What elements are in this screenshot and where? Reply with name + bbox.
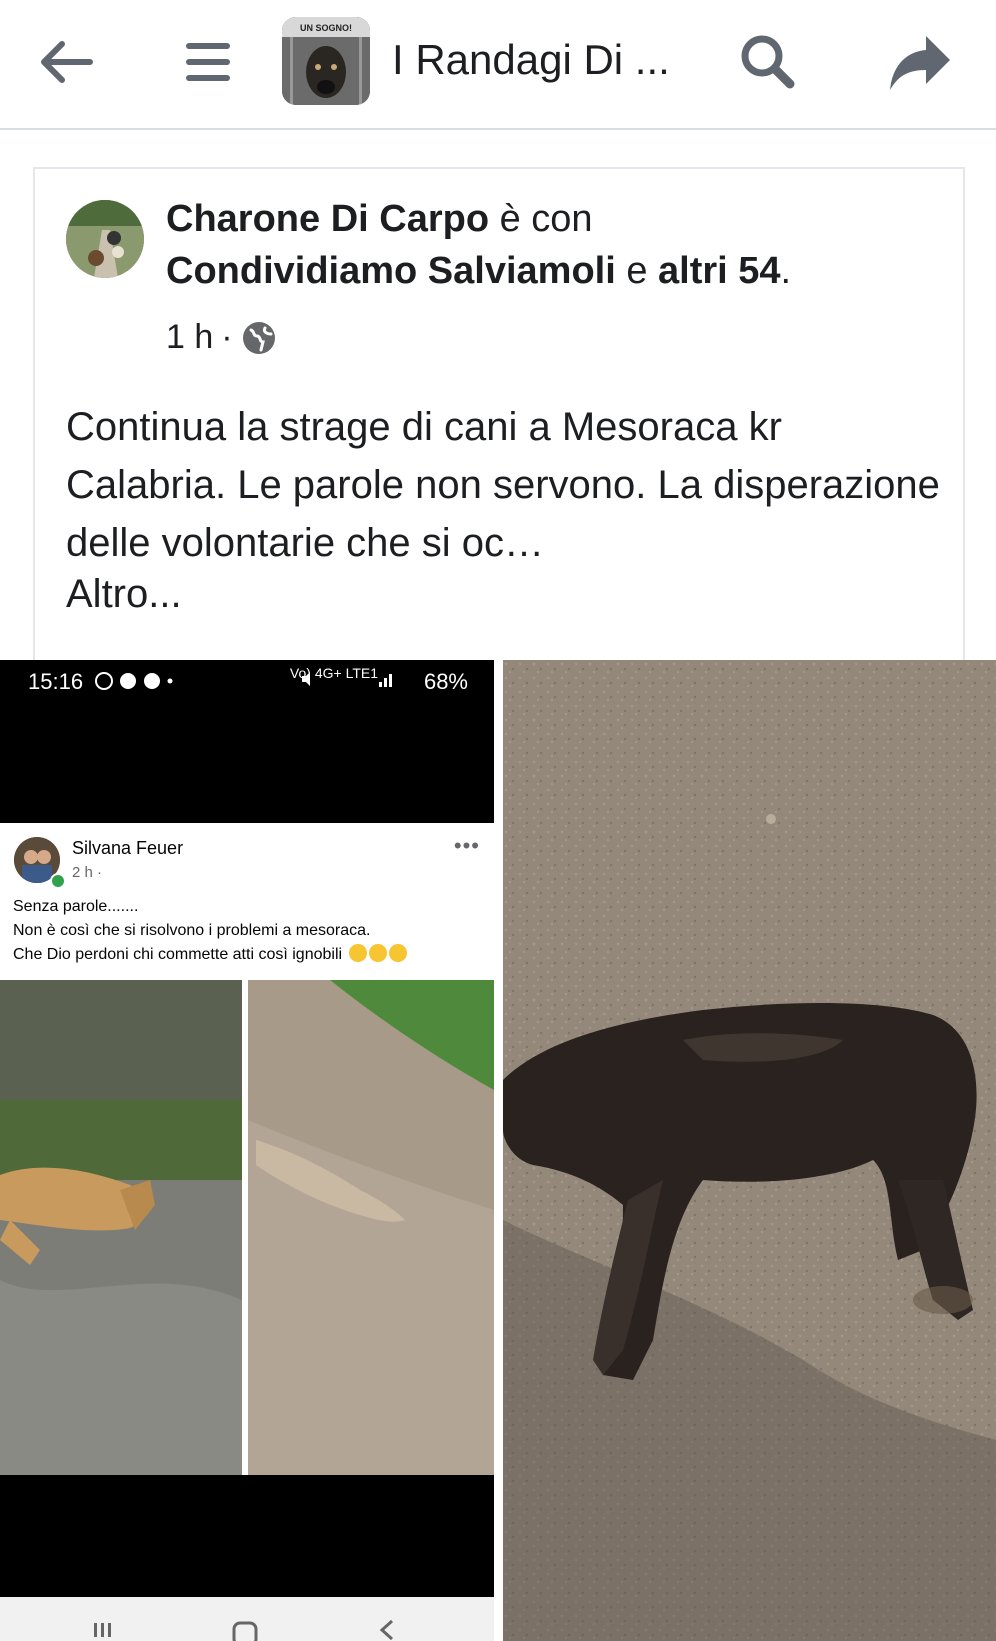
embedded-post: Silvana Feuer 2 h · ••• Senza parole....… (0, 823, 494, 1640)
author-name-link[interactable]: Charone Di Carpo (166, 198, 489, 240)
share-button[interactable] (880, 22, 960, 102)
back-button[interactable] (26, 22, 106, 102)
menu-button[interactable] (168, 22, 248, 102)
status-time: 15:16 (28, 669, 84, 694)
dog-photos (0, 980, 494, 1475)
mute-icon (302, 672, 310, 686)
back-arrow-icon (41, 41, 93, 83)
post-time[interactable]: 1 h (166, 318, 213, 357)
phone-nav-icons (94, 1619, 394, 1641)
globe-icon (242, 321, 275, 354)
phone-status-bar: 15:16 Vo) 4G+ LTE1 68% (0, 660, 494, 702)
search-button[interactable] (728, 22, 808, 102)
notification-icons (95, 672, 173, 690)
search-icon (741, 35, 795, 89)
post-header-line-2: Condividiamo Salviamoli e altri 54. (166, 250, 791, 293)
and-text: e (615, 250, 659, 292)
with-text: è con (489, 198, 593, 240)
author-avatar[interactable] (66, 200, 144, 278)
inner-photo-collage (0, 980, 494, 1475)
top-bar: UN SOGNO! I Randagi Di ... (0, 0, 996, 130)
inner-post-time: 2 h · (72, 864, 103, 881)
share-icon (890, 36, 950, 90)
frown-emoji-icon (388, 944, 407, 962)
post-header-line-1: Charone Di Carpo è con (166, 198, 593, 241)
inner-post-text: Senza parole....... Non è così che si ri… (13, 895, 483, 967)
inner-more-icon: ••• (453, 833, 480, 858)
meta-separator: · (221, 318, 233, 356)
inner-author-name: Silvana Feuer (72, 838, 184, 858)
group-avatar[interactable]: UN SOGNO! (282, 17, 370, 105)
post-meta: 1 h · (166, 318, 277, 357)
others-link[interactable]: altri 54 (658, 250, 781, 292)
online-indicator (50, 873, 66, 889)
period-text: . (780, 250, 792, 292)
phone-nav-bar (0, 1597, 494, 1641)
signal-icon (379, 674, 392, 687)
inner-text-line-2: Non è così che si risolvono i problemi a… (13, 922, 371, 939)
inner-text-line-1: Senza parole....... (13, 898, 139, 915)
tagged-page-link[interactable]: Condividiamo Salviamoli (166, 250, 616, 292)
inner-text-line-3-text: Che Dio perdoni chi commette atti così i… (13, 946, 343, 963)
see-more-link[interactable]: Altro... (66, 572, 182, 617)
post-image-dog-photo[interactable] (503, 660, 996, 1641)
dog-on-road-photo (503, 660, 996, 1641)
battery-level: 68% (423, 669, 468, 694)
group-title[interactable]: I Randagi Di ... (392, 36, 670, 84)
menu-icon (186, 43, 230, 81)
avatar-banner-text: UN SOGNO! (300, 23, 352, 33)
post-image-screenshot[interactable]: 15:16 Vo) 4G+ LTE1 68% Silvana Feuer 2 h… (0, 660, 494, 1641)
sad-emoji-icon (348, 944, 367, 962)
crying-emoji-icon (368, 944, 387, 962)
post-text: Continua la strage di cani a Mesoraca kr… (66, 405, 940, 565)
inner-text-line-3: Che Dio perdoni chi commette atti così i… (13, 943, 483, 967)
author-photo (66, 200, 144, 278)
dog-portrait-image: UN SOGNO! (282, 17, 370, 105)
